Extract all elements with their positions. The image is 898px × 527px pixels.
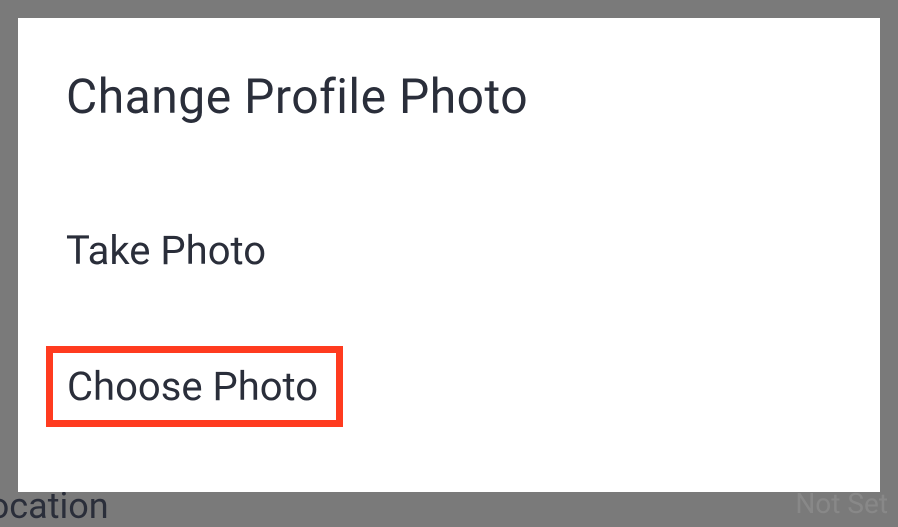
choose-photo-option[interactable]: Choose Photo (46, 346, 343, 427)
take-photo-option[interactable]: Take Photo (66, 215, 832, 286)
change-profile-photo-dialog: Change Profile Photo Take Photo Choose P… (18, 18, 880, 492)
dialog-title: Change Profile Photo (66, 68, 832, 125)
